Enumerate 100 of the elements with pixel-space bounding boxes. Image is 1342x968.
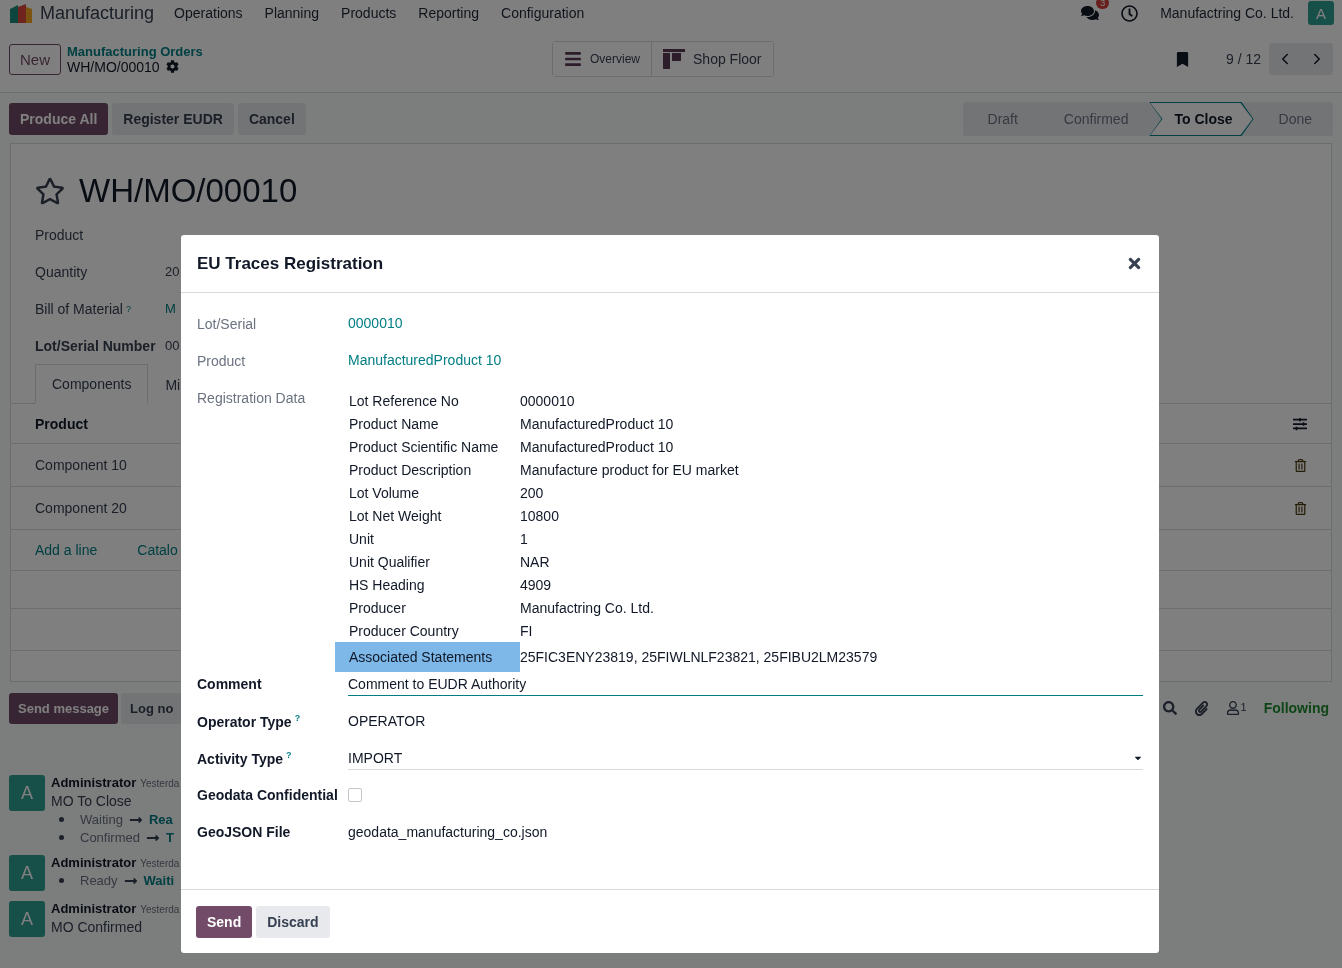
field-value: geodata_manufacturing_co.json <box>348 824 548 840</box>
status-stage[interactable]: Draft <box>962 102 1039 136</box>
data-value: 25FIC3ENY23819, 25FIWLNLF23821, 25FIBU2LM23579 <box>520 648 878 667</box>
following-button[interactable]: Following <box>1263 700 1329 716</box>
data-value: 4909 <box>520 575 553 595</box>
data-value: 0000010 <box>520 391 576 411</box>
layout-icon <box>663 49 686 69</box>
message-time: Yesterda <box>140 778 180 789</box>
trash-icon[interactable] <box>1294 458 1307 472</box>
table-cell: Component 20 <box>35 500 127 516</box>
bullet-icon <box>59 835 64 840</box>
data-key: Product Name <box>335 412 520 435</box>
menu-icon <box>564 50 582 68</box>
view-button[interactable]: Overview <box>553 42 653 76</box>
menu-item[interactable]: Configuration <box>501 5 585 21</box>
company-name[interactable]: Manufactring Co. Ltd. <box>1160 5 1294 21</box>
menu-item[interactable]: Products <box>341 5 397 21</box>
data-value: 10800 <box>520 506 560 526</box>
trash-icon[interactable] <box>1294 501 1307 515</box>
status-stage[interactable]: Done <box>1253 102 1333 136</box>
new-value: Waiti <box>143 873 175 888</box>
data-value: NAR <box>520 552 551 572</box>
action-button[interactable]: Register EUDR <box>112 103 234 135</box>
paperclip-icon[interactable] <box>1193 700 1209 716</box>
breadcrumb-link[interactable]: Manufacturing Orders <box>67 43 552 59</box>
bookmark-icon[interactable] <box>1174 51 1190 67</box>
data-value: Manufactring Co. Ltd. <box>520 598 655 618</box>
action-button[interactable]: Cancel <box>237 103 306 135</box>
table-link[interactable]: Add a line <box>35 542 98 558</box>
data-key: Product Description <box>335 458 520 481</box>
menu-item[interactable]: Reporting <box>418 5 479 21</box>
field-value[interactable]: M <box>165 290 176 327</box>
close-button[interactable] <box>1126 255 1143 272</box>
menu-item[interactable]: Operations <box>174 5 243 21</box>
data-key: Lot Reference No <box>335 389 520 412</box>
action-button[interactable]: Produce All <box>9 103 109 135</box>
data-value: FI <box>520 621 534 641</box>
message-body: MO To Close <box>51 793 133 809</box>
data-value: 200 <box>520 483 545 503</box>
new-button[interactable]: New <box>9 43 61 75</box>
tab[interactable]: Components <box>35 364 149 404</box>
column-header: Product <box>35 415 88 432</box>
record-name: WH/MO/00010 <box>67 58 160 75</box>
star-icon[interactable] <box>35 176 65 206</box>
message-body: MO Confirmed <box>51 919 144 935</box>
author-name: Administrator <box>51 855 137 870</box>
checkbox[interactable] <box>348 788 362 802</box>
comment-field[interactable]: Comment to EUDR Authority <box>348 676 1143 696</box>
dialog-title: EU Traces Registration <box>197 253 384 274</box>
chatter-button[interactable]: Log no <box>121 692 183 724</box>
author-name: Administrator <box>51 901 137 916</box>
data-key: Lot Volume <box>335 481 520 504</box>
app-logo <box>8 3 34 23</box>
select-field[interactable]: IMPORT <box>348 750 1143 770</box>
record-title: WH/MO/00010 <box>79 172 298 210</box>
dialog-button[interactable]: Send <box>196 905 253 938</box>
user-avatar[interactable]: A <box>1308 1 1334 25</box>
menu-item[interactable]: Planning <box>264 5 320 21</box>
chatter-button[interactable]: Send message <box>9 692 119 724</box>
status-stage[interactable]: Confirmed <box>1038 102 1150 136</box>
chat-icon[interactable] <box>1081 4 1100 22</box>
field-label: Registration Data <box>197 389 307 406</box>
settings-icon[interactable] <box>165 60 179 73</box>
field-link[interactable]: ManufacturedProduct 10 <box>348 352 502 368</box>
field-label: GeoJSON File <box>197 824 292 840</box>
user-icon[interactable] <box>1225 701 1240 715</box>
data-key: Product Scientific Name <box>335 435 520 458</box>
status-stage[interactable]: To Close <box>1149 102 1254 136</box>
notification-badge: 3 <box>1096 0 1110 9</box>
data-key: Unit <box>335 527 520 550</box>
bullet-icon <box>59 817 64 822</box>
old-value: Confirmed <box>80 830 140 845</box>
author-avatar: A <box>9 775 45 811</box>
data-key: Producer <box>335 596 520 619</box>
field-link[interactable]: 0000010 <box>348 315 403 331</box>
field-value: OPERATOR <box>348 713 426 729</box>
field-label: Comment <box>197 676 263 692</box>
new-value: Rea <box>148 812 173 827</box>
field-label: Product <box>35 225 85 245</box>
follower-count: 1 <box>1240 701 1247 715</box>
search-icon[interactable] <box>1162 701 1177 715</box>
data-key: Associated Statements <box>335 642 520 672</box>
app-name[interactable]: Manufacturing <box>40 2 155 24</box>
clock-icon[interactable] <box>1121 4 1139 22</box>
sliders-icon[interactable] <box>1293 416 1307 431</box>
author-avatar: A <box>9 901 45 937</box>
old-value: Waiting <box>80 812 123 827</box>
author-name: Administrator <box>51 775 137 790</box>
data-key: Producer Country <box>335 619 520 642</box>
author-avatar: A <box>9 855 45 891</box>
table-link[interactable]: Catalo <box>137 542 178 558</box>
field-value: 00 <box>165 337 180 355</box>
new-value: T <box>165 830 174 845</box>
field-label: Geodata Confidential <box>197 787 339 803</box>
data-value: ManufacturedProduct 10 <box>520 437 675 457</box>
data-key: HS Heading <box>335 573 520 596</box>
field-label: Product <box>197 352 247 369</box>
dialog-button[interactable]: Discard <box>256 905 330 938</box>
field-value: 20 <box>165 263 180 281</box>
table-cell: Component 10 <box>35 457 127 473</box>
